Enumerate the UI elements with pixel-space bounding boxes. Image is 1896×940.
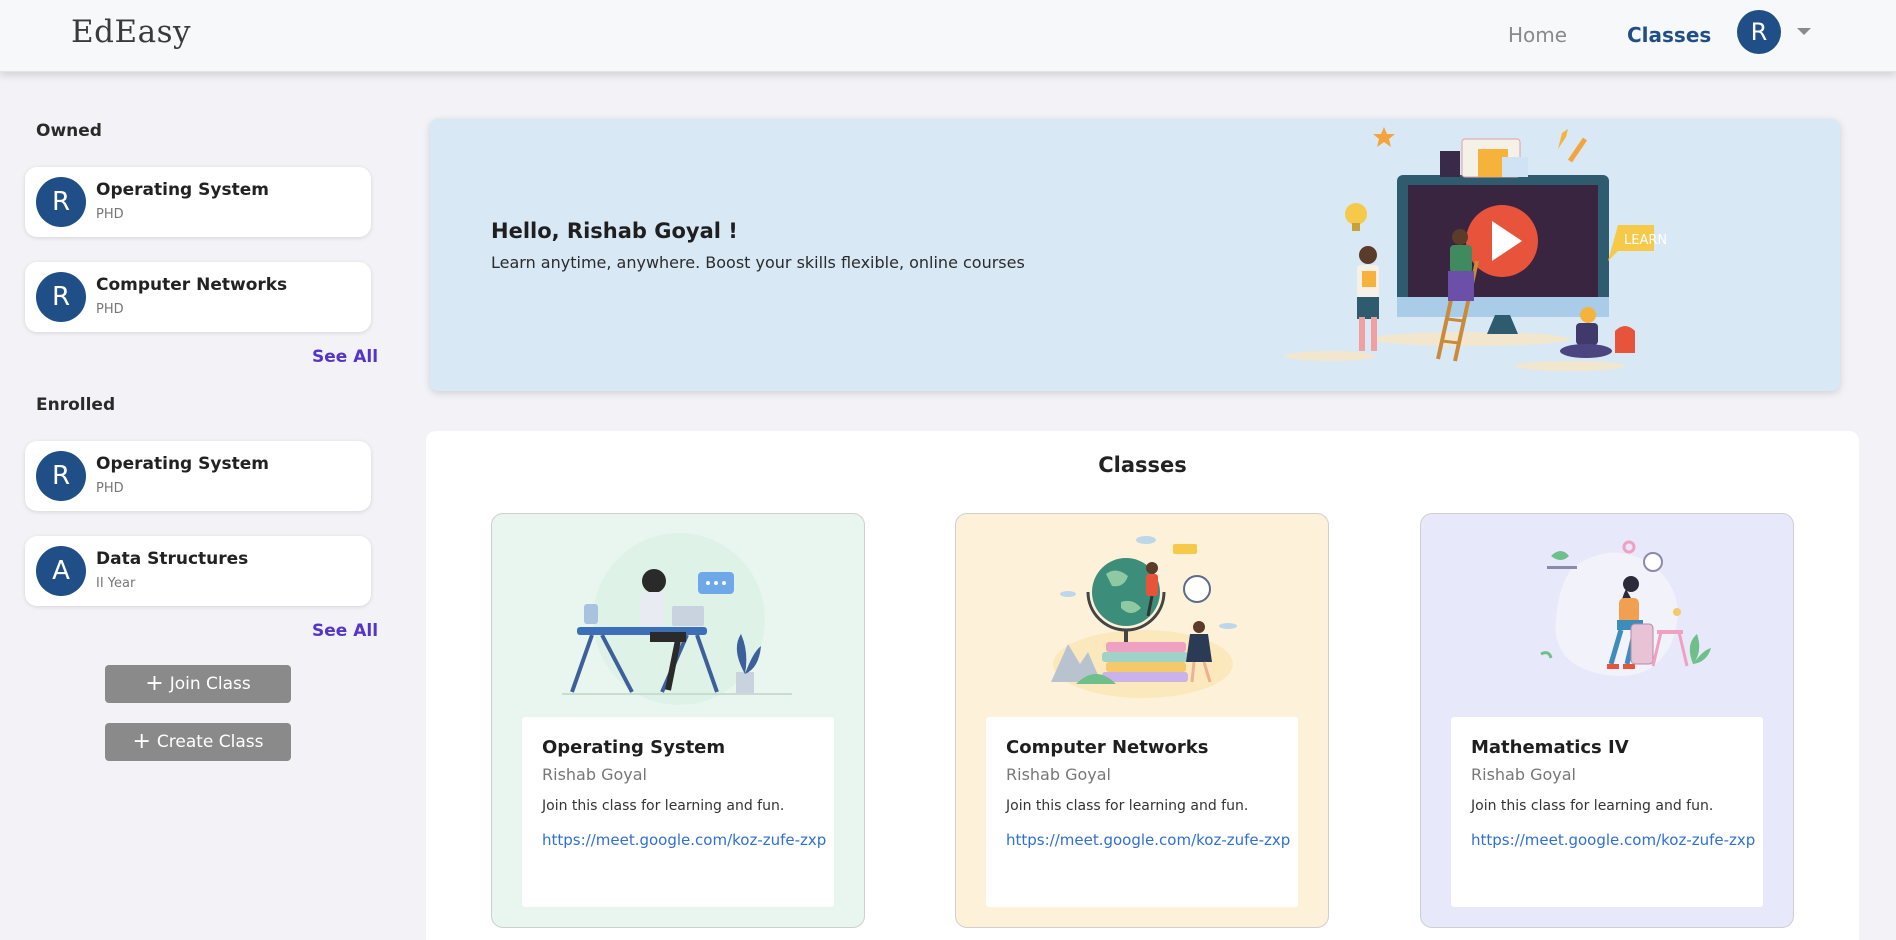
enrolled-class-item[interactable]: R Operating System PHD (25, 441, 371, 511)
class-card-description: Join this class for learning and fun. (1471, 798, 1714, 814)
enrolled-see-all-link[interactable]: See All (312, 621, 378, 641)
learn-bubble-text: LEARN (1624, 233, 1667, 248)
class-avatar: R (36, 272, 86, 322)
class-avatar: R (36, 177, 86, 227)
class-name: Operating System (96, 454, 269, 474)
greeting-text: Hello, Rishab Goyal ! (491, 219, 738, 243)
user-avatar[interactable]: R (1737, 10, 1781, 54)
plus-icon: + (145, 671, 164, 696)
globe-illustration (1051, 536, 1237, 698)
owned-class-item[interactable]: R Computer Networks PHD (25, 262, 371, 332)
desk-illustration (562, 533, 792, 705)
meet-link[interactable]: https://meet.google.com/koz-zufe-zxp (1006, 826, 1291, 855)
chevron-down-icon[interactable] (1797, 28, 1811, 35)
class-info: Operating System Rishab Goyal Join this … (522, 717, 834, 907)
plus-icon: + (132, 729, 151, 754)
class-card[interactable]: Operating System Rishab Goyal Join this … (491, 513, 865, 928)
class-card-description: Join this class for learning and fun. (542, 798, 785, 814)
meet-link[interactable]: https://meet.google.com/koz-zufe-zxp (542, 826, 827, 855)
join-class-button[interactable]: + Join Class (105, 665, 291, 703)
class-name: Operating System (96, 180, 269, 200)
owned-heading: Owned (36, 121, 102, 141)
class-section: PHD (96, 302, 124, 317)
join-class-label: Join Class (169, 674, 251, 694)
owned-class-item[interactable]: R Operating System PHD (25, 167, 371, 237)
reading-illustration (1540, 540, 1711, 676)
class-card-teacher: Rishab Goyal (1471, 765, 1576, 784)
classes-title: Classes (1098, 453, 1187, 477)
nav-home-link[interactable]: Home (1508, 23, 1567, 47)
create-class-button[interactable]: + Create Class (105, 723, 291, 761)
enrolled-heading: Enrolled (36, 395, 116, 415)
class-section: II Year (96, 576, 136, 591)
class-info: Mathematics IV Rishab Goyal Join this cl… (1451, 717, 1763, 907)
meet-link[interactable]: https://meet.google.com/koz-zufe-zxp (1471, 826, 1756, 855)
tagline-text: Learn anytime, anywhere. Boost your skil… (491, 253, 1025, 272)
learning-illustration: LEARN (1285, 127, 1667, 371)
owned-see-all-link[interactable]: See All (312, 347, 378, 367)
class-section: PHD (96, 207, 124, 222)
class-card[interactable]: Computer Networks Rishab Goyal Join this… (955, 513, 1329, 928)
class-section: PHD (96, 481, 124, 496)
welcome-banner: Hello, Rishab Goyal ! Learn anytime, any… (430, 119, 1840, 391)
top-navbar: EdEasy Home Classes R (0, 0, 1896, 72)
class-card[interactable]: Mathematics IV Rishab Goyal Join this cl… (1420, 513, 1794, 928)
class-name: Computer Networks (96, 275, 288, 295)
class-avatar: A (36, 546, 86, 596)
class-card-teacher: Rishab Goyal (542, 765, 647, 784)
class-card-teacher: Rishab Goyal (1006, 765, 1111, 784)
classes-panel: Classes Operating System Rishab Goyal Jo… (426, 431, 1859, 940)
class-card-title: Operating System (542, 737, 726, 758)
class-info: Computer Networks Rishab Goyal Join this… (986, 717, 1298, 907)
brand-logo[interactable]: EdEasy (71, 14, 191, 50)
class-card-description: Join this class for learning and fun. (1006, 798, 1249, 814)
enrolled-class-item[interactable]: A Data Structures II Year (25, 536, 371, 606)
class-name: Data Structures (96, 549, 249, 569)
class-card-title: Computer Networks (1006, 737, 1209, 758)
nav-classes-link[interactable]: Classes (1627, 23, 1711, 47)
create-class-label: Create Class (156, 732, 264, 752)
class-avatar: R (36, 451, 86, 501)
class-card-title: Mathematics IV (1471, 737, 1629, 758)
